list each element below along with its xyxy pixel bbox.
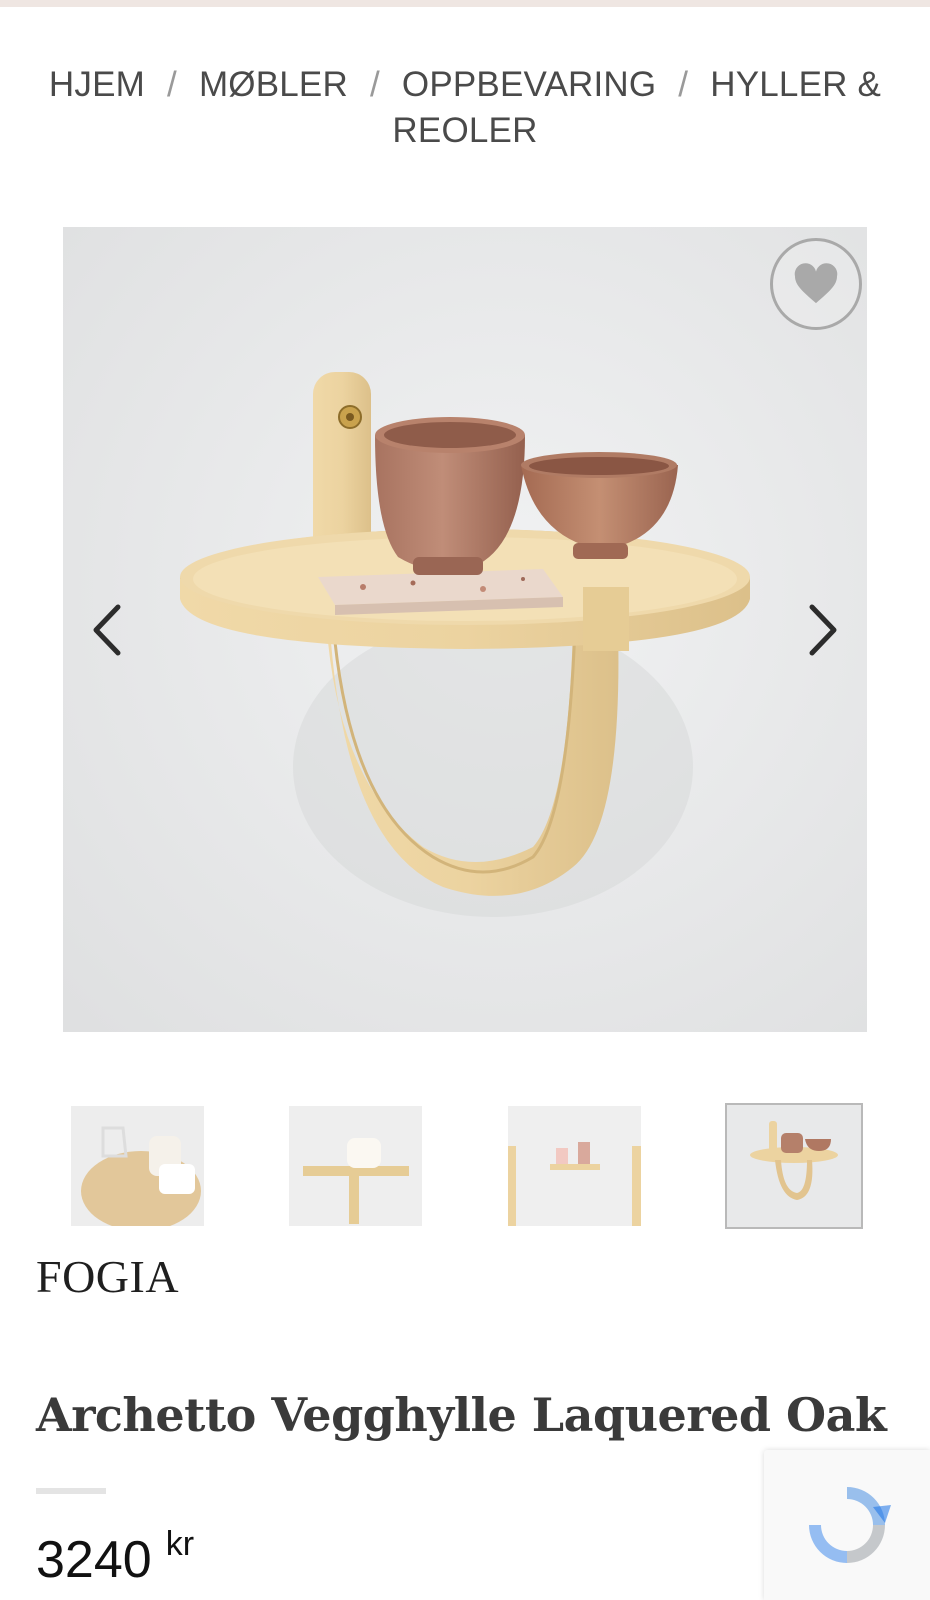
- chevron-right-icon: [809, 604, 837, 656]
- breadcrumb-home[interactable]: HJEM: [49, 65, 145, 104]
- breadcrumb-separator: /: [167, 65, 177, 104]
- recaptcha-badge[interactable]: [764, 1450, 930, 1600]
- breadcrumb-separator: /: [678, 65, 689, 104]
- wishlist-button[interactable]: [770, 238, 862, 330]
- product-main-image[interactable]: [63, 227, 867, 1032]
- shelf-photo: [63, 227, 867, 1032]
- top-strip: [0, 0, 930, 7]
- thumbnail-1[interactable]: [71, 1106, 204, 1226]
- heart-icon: [794, 263, 838, 304]
- product-title: Archetto Vegghylle Laquered Oak: [36, 1388, 887, 1442]
- breadcrumb-furniture[interactable]: MØBLER: [199, 65, 348, 104]
- thumbnail-image: [727, 1105, 861, 1227]
- product-price: 3240 kr: [36, 1525, 194, 1596]
- gallery-prev-button[interactable]: [82, 595, 132, 665]
- breadcrumb-storage[interactable]: OPPBEVARING: [402, 65, 656, 104]
- thumbnail-3[interactable]: [508, 1106, 641, 1226]
- chevron-left-icon: [93, 604, 121, 656]
- thumbnail-strip: [0, 1103, 930, 1229]
- price-currency: kr: [165, 1525, 195, 1563]
- breadcrumb: HJEM / MØBLER / OPPBEVARING / HYLLER & REOLER: [20, 62, 910, 154]
- recaptcha-icon: [809, 1487, 891, 1563]
- thumbnail-4[interactable]: [725, 1103, 863, 1229]
- title-divider: [36, 1488, 106, 1494]
- brand-name[interactable]: FOGIA: [36, 1250, 179, 1303]
- thumbnail-image: [71, 1106, 204, 1226]
- thumbnail-image: [508, 1106, 641, 1226]
- gallery-next-button[interactable]: [798, 595, 848, 665]
- thumbnail-image: [289, 1106, 422, 1226]
- thumbnail-2[interactable]: [289, 1106, 422, 1226]
- breadcrumb-separator: /: [369, 65, 380, 104]
- price-amount: 3240: [36, 1531, 152, 1589]
